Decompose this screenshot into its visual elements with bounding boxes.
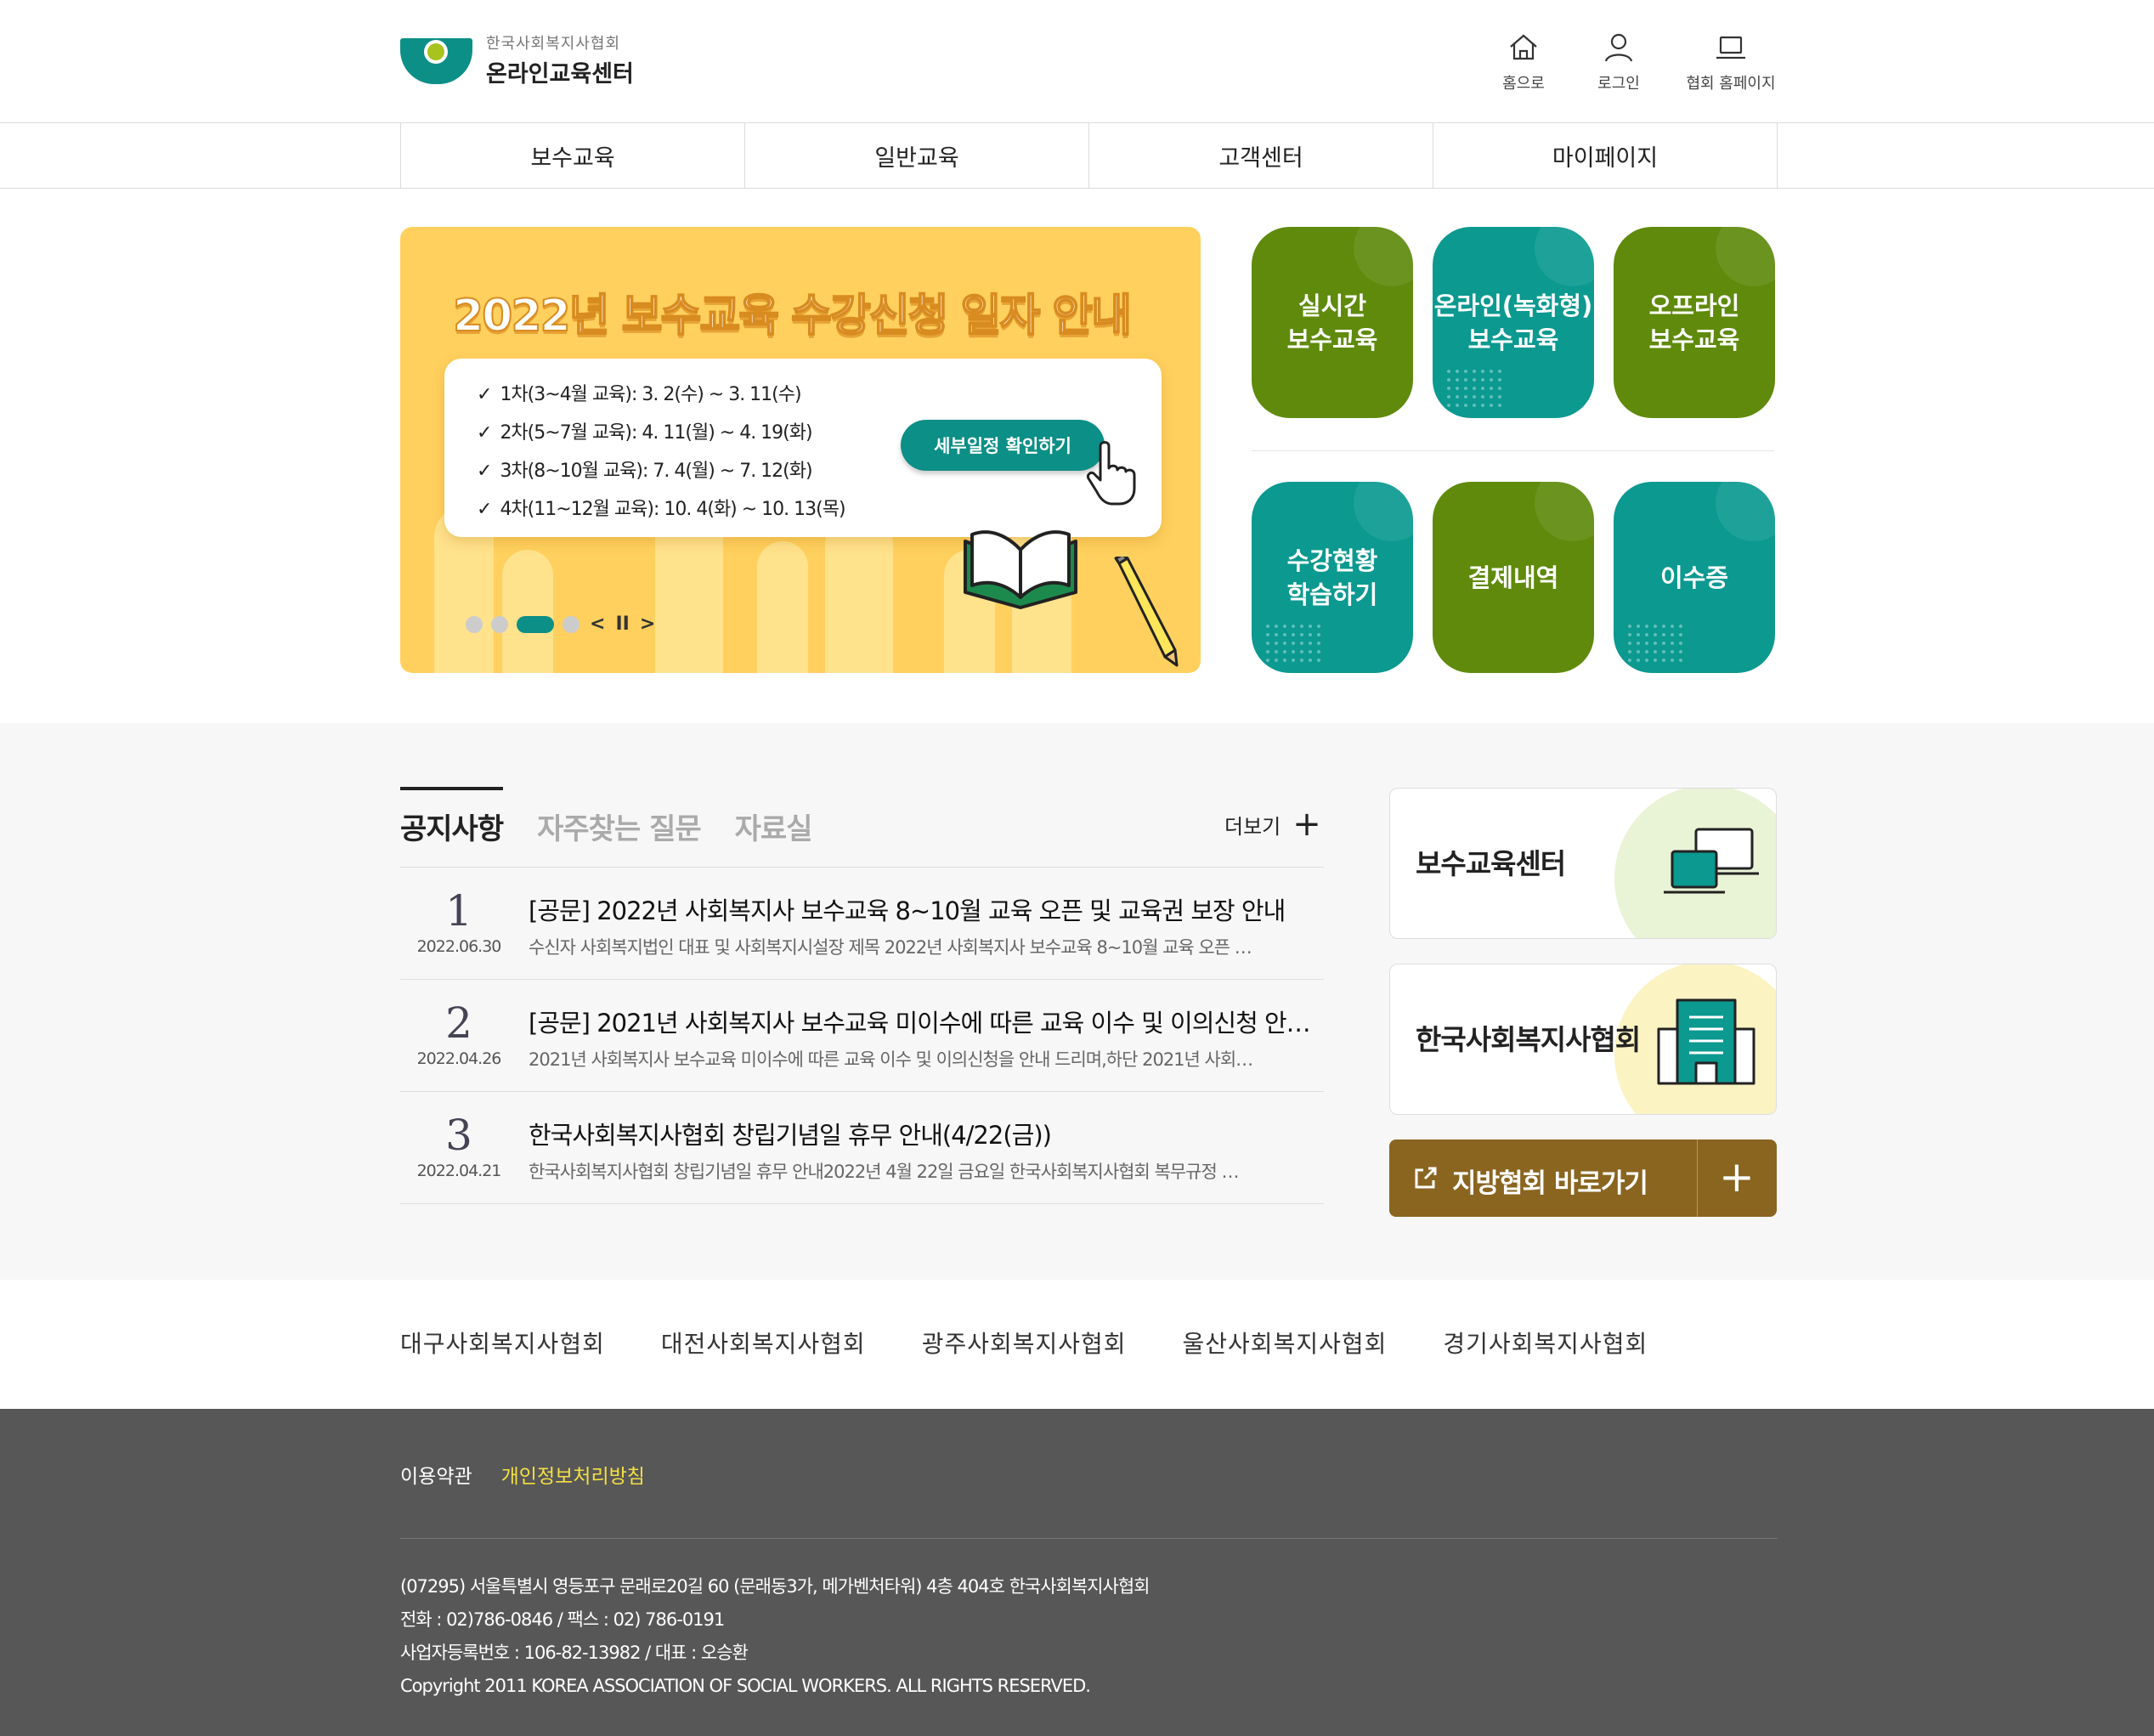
slide-dot[interactable] <box>563 615 579 633</box>
nav-item-general-education[interactable]: 일반교육 <box>745 123 1089 189</box>
regional-association-button[interactable]: 지방협회 바로가기 + <box>1389 1139 1777 1217</box>
continuing-education-center-card[interactable]: 보수교육센터 <box>1389 788 1777 939</box>
external-link-icon <box>1415 1167 1437 1189</box>
association-link-gyeonggi[interactable]: 경기사회복지사협회 <box>1443 1326 1648 1360</box>
association-link-daegu[interactable]: 대구사회복지사협회 <box>400 1326 605 1360</box>
notice-number: 2 <box>445 998 472 1048</box>
association-link-gwangju[interactable]: 광주사회복지사협회 <box>922 1326 1127 1360</box>
terms-link[interactable]: 이용약관 <box>400 1460 472 1489</box>
plus-icon: + <box>1292 805 1321 844</box>
footer-address: (07295) 서울특별시 영등포구 문래로20길 60 (문래동3가, 메가벤… <box>400 1576 1150 1597</box>
board-tabs: 공지사항 자주찾는 질문 자료실 <box>400 787 812 847</box>
site-footer: 이용약관 개인정보처리방침 (07295) 서울특별시 영등포구 문래로20길 … <box>0 1409 2154 1736</box>
banner-title: 2022년 보수교육 수강신청 일자 안내 <box>452 290 1133 342</box>
schedule-item: ✓ 4차(11~12월 교육): 10. 4(화) ~ 10. 13(목) <box>477 499 846 520</box>
schedule-item: ✓ 1차(3~4월 교육): 3. 2(수) ~ 3. 11(수) <box>477 384 802 405</box>
notice-number: 1 <box>445 886 472 936</box>
devices-icon <box>1664 828 1759 894</box>
regional-associations-strip: 대구사회복지사협회 대전사회복지사협회 광주사회복지사협회 울산사회복지사협회 … <box>0 1280 2154 1409</box>
site-logo[interactable]: 한국사회복지사협회 온라인교육센터 <box>400 34 634 88</box>
site-header: 한국사회복지사협회 온라인교육센터 홈으로 로그인 협회 홈페이지 <box>0 0 2154 123</box>
tile-course-status[interactable]: 수강현황 학습하기 <box>1252 482 1413 673</box>
nav-item-mypage[interactable]: 마이페이지 <box>1433 123 1778 189</box>
nav-item-customer-center[interactable]: 고객센터 <box>1089 123 1433 189</box>
notice-date: 2022.06.30 <box>416 937 502 956</box>
home-link[interactable]: 홈으로 <box>1494 31 1553 93</box>
tab-archive[interactable]: 자료실 <box>735 787 813 847</box>
next-arrow-icon[interactable]: > <box>640 614 655 635</box>
login-label: 로그인 <box>1597 75 1640 93</box>
pointer-hand-icon <box>1087 441 1136 506</box>
nav-item-continuing-education[interactable]: 보수교육 <box>401 123 745 189</box>
privacy-policy-link[interactable]: 개인정보처리방침 <box>501 1460 645 1489</box>
laptop-icon <box>1716 36 1745 59</box>
notice-number: 3 <box>445 1111 472 1160</box>
tile-certificate[interactable]: 이수증 <box>1614 482 1775 673</box>
banner-schedule-card: ✓ 1차(3~4월 교육): 3. 2(수) ~ 3. 11(수) ✓ 2차(5~7… <box>444 359 1162 537</box>
slide-dot[interactable] <box>491 615 508 633</box>
notice-date: 2022.04.21 <box>416 1162 502 1180</box>
tile-offline-education[interactable]: 오프라인 보수교육 <box>1614 227 1775 418</box>
main-navigation: 보수교육 일반교육 고객센터 마이페이지 <box>400 123 1778 189</box>
logo-subtitle: 한국사회복지사협회 <box>486 34 621 53</box>
tile-online-recorded-education[interactable]: 온라인(녹화형) 보수교육 <box>1433 227 1594 418</box>
tile-payment-history[interactable]: 결제내역 <box>1433 482 1594 673</box>
pause-icon[interactable]: II <box>615 614 629 635</box>
notice-title[interactable]: 한국사회복지사협회 창립기념일 휴무 안내(4/22(금)) <box>529 1116 1310 1151</box>
card-label: 보수교육센터 <box>1416 847 1566 880</box>
regional-association-label: 지방협회 바로가기 <box>1452 1168 1648 1199</box>
schedule-item: ✓ 3차(8~10월 교육): 7. 4(월) ~ 7. 12(화) <box>477 461 813 482</box>
more-label: 더보기 <box>1224 814 1281 839</box>
more-button[interactable]: 더보기 + <box>1224 807 1321 841</box>
login-link[interactable]: 로그인 <box>1589 31 1648 93</box>
main-banner[interactable]: 2022년 보수교육 수강신청 일자 안내 ✓ 1차(3~4월 교육): 3. 2… <box>400 227 1201 673</box>
open-book-icon <box>964 530 1077 609</box>
association-link-daejeon[interactable]: 대전사회복지사협회 <box>661 1326 866 1360</box>
schedule-item: ✓ 2차(5~7월 교육): 4. 11(월) ~ 4. 19(화) <box>477 422 813 444</box>
detail-schedule-button[interactable]: 세부일정 확인하기 <box>901 420 1105 471</box>
footer-business-info: 사업자등록번호 : 106-82-13982 / 대표 : 오승환 <box>400 1643 749 1663</box>
notice-item[interactable]: 3 2022.04.21 한국사회복지사협회 창립기념일 휴무 안내(4/22(… <box>400 1092 1324 1204</box>
tab-faq[interactable]: 자주찾는 질문 <box>537 787 702 847</box>
notice-title[interactable]: [공문] 2022년 사회복지사 보수교육 8~10월 교육 오픈 및 교육권 … <box>529 891 1310 927</box>
plus-icon[interactable]: + <box>1697 1153 1777 1201</box>
notice-date: 2022.04.26 <box>416 1049 502 1068</box>
banner-pagination: < II > <box>466 614 655 635</box>
tile-realtime-education[interactable]: 실시간 보수교육 <box>1252 227 1413 418</box>
tab-notice[interactable]: 공지사항 <box>400 787 504 847</box>
notice-title[interactable]: [공문] 2021년 사회복지사 보수교육 미이수에 따른 교육 이수 및 이의… <box>529 1004 1310 1039</box>
association-homepage-label: 협회 홈페이지 <box>1686 75 1776 93</box>
logo-title: 온라인교육센터 <box>486 60 634 88</box>
card-label: 한국사회복지사협회 <box>1416 1023 1641 1056</box>
slide-dot-active[interactable] <box>517 615 554 633</box>
logo-mark-icon <box>400 35 472 84</box>
prev-arrow-icon[interactable]: < <box>590 614 605 635</box>
footer-divider <box>400 1538 1778 1539</box>
notice-summary: 수신자 사회복지법인 대표 및 사회복지시설장 제목 2022년 사회복지사 보… <box>529 937 1252 958</box>
utility-menu: 홈으로 로그인 협회 홈페이지 <box>1494 31 1778 93</box>
notice-item[interactable]: 2 2022.04.26 [공문] 2021년 사회복지사 보수교육 미이수에 … <box>400 980 1324 1092</box>
kasw-card[interactable]: 한국사회복지사협회 <box>1389 964 1777 1115</box>
slide-dot[interactable] <box>466 615 483 633</box>
home-icon <box>1510 34 1537 60</box>
notice-summary: 한국사회복지사협회 창립기념일 휴무 안내2022년 4월 22일 금요일 한국… <box>529 1162 1239 1182</box>
association-homepage-link[interactable]: 협회 홈페이지 <box>1684 31 1778 93</box>
pencil-icon <box>1114 557 1179 667</box>
user-icon <box>1604 33 1633 62</box>
footer-phone: 전화 : 02)786-0846 / 팩스 : 02) 786-0191 <box>400 1609 725 1630</box>
tile-divider <box>1252 450 1774 451</box>
association-link-ulsan[interactable]: 울산사회복지사협회 <box>1183 1326 1388 1360</box>
notice-summary: 2021년 사회복지사 보수교육 미이수에 따른 교육 이수 및 이의신청을 안… <box>529 1049 1253 1070</box>
home-label: 홈으로 <box>1502 75 1545 93</box>
notice-item[interactable]: 1 2022.06.30 [공문] 2022년 사회복지사 보수교육 8~10월… <box>400 868 1324 980</box>
footer-copyright: Copyright 2011 KOREA ASSOCIATION OF SOCI… <box>400 1676 1091 1696</box>
nav-divider <box>0 188 2154 189</box>
building-icon <box>1657 998 1755 1085</box>
